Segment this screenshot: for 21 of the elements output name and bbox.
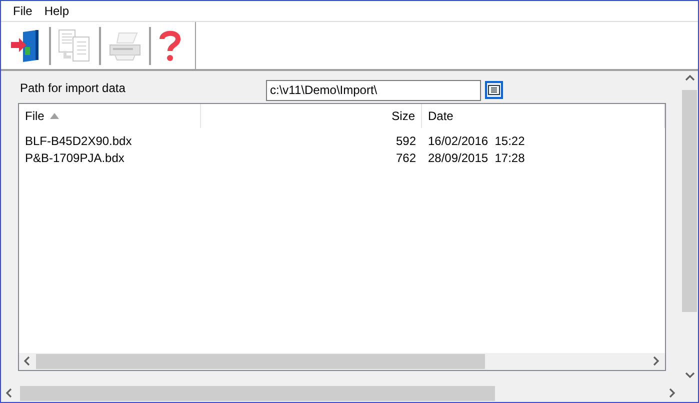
table-cell-text: 592	[394, 132, 417, 150]
menu-item[interactable]: Help	[38, 2, 76, 20]
table-cell-text: P&B-1709PJA.bdx	[24, 150, 126, 166]
chevron-right-icon	[668, 388, 678, 398]
table-cell-text: BLF-B45D2X90.bdx	[24, 132, 133, 150]
browse-button[interactable]	[485, 81, 503, 99]
scrollbar-thumb[interactable]	[682, 90, 697, 312]
table-cell-text: 28/09/2015 17:28	[427, 150, 526, 166]
scrollbar-thumb[interactable]	[20, 386, 495, 401]
table-cell-text: 762	[394, 150, 417, 166]
column-header[interactable]: File	[19, 104, 201, 128]
column-header[interactable]: Date	[422, 104, 665, 128]
chevron-left-icon	[4, 388, 14, 398]
chevron-right-icon	[652, 356, 662, 366]
scrollbar-thumb[interactable]	[36, 354, 485, 369]
column-header[interactable]: Size	[201, 104, 422, 128]
path-field[interactable]: c:\v11\Demo\Import\	[266, 80, 481, 100]
chevron-left-icon	[22, 356, 32, 366]
path-label: Path for import data	[19, 80, 126, 96]
table-cell-text: 16/02/2016 15:22	[427, 132, 526, 150]
menu-item[interactable]: File	[7, 2, 38, 20]
